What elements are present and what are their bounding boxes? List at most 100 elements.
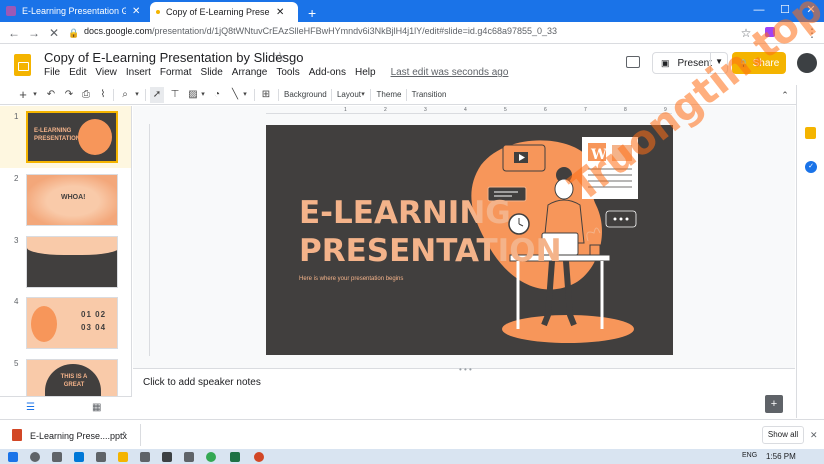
excel-icon[interactable] (230, 452, 240, 462)
explore-icon[interactable]: + (765, 395, 783, 413)
mail-icon[interactable] (140, 452, 150, 462)
powerpoint-icon[interactable] (254, 452, 264, 462)
task-view-icon[interactable] (52, 452, 62, 462)
document-title[interactable]: Copy of E-Learning Presentation by Slide… (44, 50, 303, 65)
undo-icon[interactable]: ↶ (44, 87, 58, 103)
notes-resize-handle[interactable]: • • • (459, 365, 472, 374)
slide-thumbnail-3[interactable] (26, 236, 118, 288)
url-field[interactable]: docs.google.com/presentation/d/1jQ8tWNtu… (84, 26, 557, 36)
taskbar-clock[interactable]: 1:56 PM (766, 452, 796, 461)
back-arrow-icon[interactable]: ← (6, 25, 22, 41)
search-icon[interactable] (30, 452, 40, 462)
close-tab-icon[interactable]: ✕ (276, 7, 284, 18)
add-comment-icon[interactable]: ⊞ (259, 87, 273, 103)
slide-number: 4 (14, 297, 19, 306)
menu-edit[interactable]: Edit (69, 67, 86, 78)
shape-icon[interactable]: ◔ (210, 87, 224, 103)
browser-tab-2[interactable]: Copy of E-Learning Presentation ✕ (150, 2, 298, 22)
slide-thumbnail-4[interactable]: 01 02 03 04 (26, 297, 118, 349)
menu-format[interactable]: Format (160, 67, 192, 78)
edge-icon[interactable] (74, 452, 84, 462)
slide-filmstrip: 1 E-LEARNING PRESENTATION 2 WHOA! 3 4 01… (0, 106, 132, 396)
windows-taskbar: ENG 1:56 PM (0, 449, 824, 464)
chevron-down-icon[interactable]: ▾ (199, 87, 207, 103)
line-icon[interactable]: ╲ (228, 87, 242, 103)
theme-button[interactable]: Theme (376, 87, 402, 103)
menu-slide[interactable]: Slide (201, 67, 223, 78)
download-file-name[interactable]: E-Learning Prese....pptx (30, 431, 127, 441)
text-box-icon[interactable]: ⊤ (168, 87, 182, 103)
chevron-down-icon[interactable]: ▾ (133, 87, 141, 103)
transition-button[interactable]: Transition (411, 87, 447, 103)
layout-button[interactable]: Layout (336, 87, 362, 103)
list-view-icon[interactable]: ☰ (26, 402, 35, 413)
menu-insert[interactable]: Insert (126, 67, 151, 78)
slide-thumbnail-2[interactable]: WHOA! (26, 174, 118, 226)
menu-tools[interactable]: Tools (276, 67, 299, 78)
close-downloads-icon[interactable]: ✕ (810, 430, 818, 441)
keep-icon[interactable] (805, 127, 816, 139)
start-icon[interactable] (8, 452, 18, 462)
folder-icon[interactable] (118, 452, 128, 462)
slide-thumbnail-1[interactable]: E-LEARNING PRESENTATION (26, 111, 118, 163)
collapse-chevron-up-icon[interactable]: ⌃ (779, 87, 791, 103)
svg-text:5: 5 (504, 107, 507, 113)
vertical-ruler[interactable] (142, 124, 150, 356)
thumb-title: WHOA! (61, 194, 86, 201)
svg-text:8: 8 (624, 107, 627, 113)
slide-subtitle[interactable]: Here is where your presentation begins (299, 276, 403, 282)
side-panel: ✓ (796, 85, 824, 418)
image-icon[interactable]: ▨ (186, 87, 200, 103)
svg-text:7: 7 (584, 107, 587, 113)
slide-title-line-1[interactable]: E-LEARNING (299, 195, 511, 231)
toolbar-divider (113, 89, 114, 101)
url-path: /presentation/d/1jQ8tWNtuvCrEAzSlleHFBwH… (152, 26, 558, 36)
powerpoint-file-icon (12, 429, 22, 441)
chevron-down-icon[interactable]: ▾ (31, 87, 39, 103)
select-arrow-icon[interactable]: ➚ (150, 87, 164, 103)
language-indicator[interactable]: ENG (742, 452, 757, 459)
last-edit-link[interactable]: Last edit was seconds ago (391, 67, 509, 78)
chrome-icon[interactable] (206, 452, 216, 462)
browser-tab-1[interactable]: E-Learning Presentation Google ✕ (0, 0, 150, 22)
menu-view[interactable]: View (95, 67, 117, 78)
svg-text:6: 6 (544, 107, 547, 113)
chevron-down-icon[interactable]: ▾ (360, 87, 366, 103)
new-tab-button[interactable]: + (302, 2, 322, 24)
app-icon[interactable] (162, 452, 172, 462)
toolbar-divider (254, 89, 255, 101)
app-icon[interactable] (184, 452, 194, 462)
thumb-illustration (31, 306, 57, 342)
comment-history-icon[interactable] (626, 56, 640, 68)
show-all-button[interactable]: Show all (762, 426, 804, 444)
url-host: docs.google.com (84, 26, 153, 36)
forward-arrow-icon[interactable]: → (26, 25, 42, 41)
menu-arrange[interactable]: Arrange (232, 67, 268, 78)
print-icon[interactable]: ⎙ (79, 87, 93, 103)
horizontal-ruler[interactable]: 1234 56789 (266, 106, 672, 114)
grid-view-icon[interactable]: ▦ (92, 402, 101, 413)
avatar[interactable] (797, 53, 817, 73)
close-tab-icon[interactable]: ✕ (132, 6, 140, 17)
chevron-down-icon[interactable]: ▾ (241, 87, 249, 103)
slide-title-line-2[interactable]: PRESENTATION (299, 233, 562, 269)
store-icon[interactable] (96, 452, 106, 462)
menu-file[interactable]: File (44, 67, 60, 78)
speaker-notes[interactable]: • • • Click to add speaker notes + (133, 365, 795, 418)
tasks-icon[interactable]: ✓ (805, 161, 817, 173)
tab-title: Copy of E-Learning Presentation (166, 7, 270, 17)
background-button[interactable]: Background (284, 87, 327, 103)
zoom-icon[interactable]: ⌕ (118, 87, 132, 103)
svg-text:1: 1 (344, 107, 347, 113)
slides-logo-icon[interactable] (14, 54, 31, 76)
menu-addons[interactable]: Add-ons (309, 67, 346, 78)
slide-thumbnail-5[interactable]: THIS IS A GREAT (26, 359, 118, 396)
stop-icon[interactable]: ✕ (46, 25, 62, 41)
new-slide-icon[interactable]: + (16, 87, 30, 103)
toolbar-divider (331, 89, 332, 101)
redo-icon[interactable]: ↷ (62, 87, 76, 103)
star-icon[interactable]: ☆ (274, 49, 286, 65)
chevron-up-icon[interactable]: ^ (122, 430, 126, 440)
menu-help[interactable]: Help (355, 67, 376, 78)
paint-format-icon[interactable]: ⌇ (96, 87, 110, 103)
